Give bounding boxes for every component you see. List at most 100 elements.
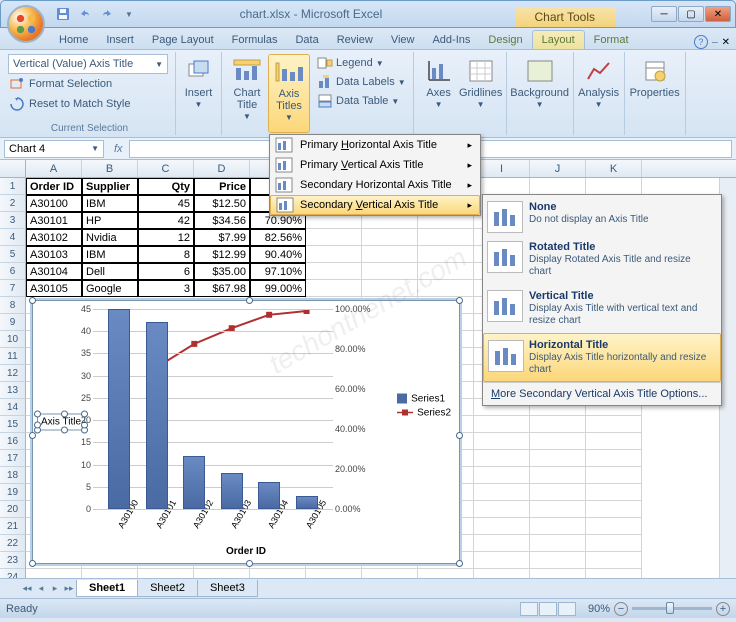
table-cell[interactable]: $34.56 xyxy=(194,212,250,229)
row-header[interactable]: 23 xyxy=(0,552,26,569)
close-button[interactable]: ✕ xyxy=(705,6,731,22)
row-header[interactable]: 22 xyxy=(0,535,26,552)
row-header[interactable]: 2 xyxy=(0,195,26,212)
row-header[interactable]: 9 xyxy=(0,314,26,331)
tab-layout[interactable]: Layout xyxy=(532,30,585,49)
table-header-cell[interactable]: Qty xyxy=(138,178,194,195)
menu-item[interactable]: Secondary Horizontal Axis Title▸ xyxy=(270,175,480,195)
zoom-out[interactable]: − xyxy=(614,602,628,616)
table-cell[interactable]: $12.99 xyxy=(194,246,250,263)
row-header[interactable]: 12 xyxy=(0,365,26,382)
table-cell[interactable]: Nvidia xyxy=(82,229,138,246)
sheet-nav-prev[interactable]: ◂ xyxy=(34,581,48,597)
row-header[interactable]: 5 xyxy=(0,246,26,263)
table-header-cell[interactable]: Price xyxy=(194,178,250,195)
column-header[interactable]: A xyxy=(26,160,82,177)
gallery-item[interactable]: NoneDo not display an Axis Title xyxy=(483,195,721,235)
row-header[interactable]: 18 xyxy=(0,467,26,484)
column-header[interactable]: D xyxy=(194,160,250,177)
table-cell[interactable]: A30101 xyxy=(26,212,82,229)
tab-insert[interactable]: Insert xyxy=(97,31,143,49)
gallery-more-options[interactable]: More Secondary Vertical Axis Title Optio… xyxy=(483,382,721,405)
gallery-item[interactable]: Horizontal TitleDisplay Axis Title horiz… xyxy=(483,333,721,382)
sheet-nav-next[interactable]: ▸ xyxy=(48,581,62,597)
table-cell[interactable]: 12 xyxy=(138,229,194,246)
row-header[interactable]: 10 xyxy=(0,331,26,348)
format-selection-button[interactable]: Format Selection xyxy=(8,74,171,94)
table-cell[interactable]: IBM xyxy=(82,246,138,263)
table-header-cell[interactable]: Supplier xyxy=(82,178,138,195)
menu-item[interactable]: Primary Horizontal Axis Title▸ xyxy=(270,135,480,155)
table-cell[interactable]: Google xyxy=(82,280,138,297)
zoom-level[interactable]: 90% xyxy=(588,603,610,615)
row-header[interactable]: 21 xyxy=(0,518,26,535)
table-cell[interactable]: $35.00 xyxy=(194,263,250,280)
redo-button[interactable] xyxy=(97,4,117,24)
table-cell[interactable]: $67.98 xyxy=(194,280,250,297)
zoom-in[interactable]: + xyxy=(716,602,730,616)
table-cell[interactable]: 97.10% xyxy=(250,263,306,280)
bar[interactable] xyxy=(296,496,318,509)
row-header[interactable]: 13 xyxy=(0,382,26,399)
table-cell[interactable]: 82.56% xyxy=(250,229,306,246)
row-header[interactable]: 8 xyxy=(0,297,26,314)
table-cell[interactable]: A30102 xyxy=(26,229,82,246)
x-axis-title[interactable]: Order ID xyxy=(33,546,459,557)
sheet-tab[interactable]: Sheet1 xyxy=(76,580,138,597)
menu-item[interactable]: Primary Vertical Axis Title▸ xyxy=(270,155,480,175)
tab-review[interactable]: Review xyxy=(328,31,382,49)
table-cell[interactable]: A30104 xyxy=(26,263,82,280)
tab-design[interactable]: Design xyxy=(479,31,531,49)
sheet-nav-first[interactable]: ◂◂ xyxy=(20,581,34,597)
column-header[interactable]: J xyxy=(530,160,586,177)
gallery-item[interactable]: Vertical TitleDisplay Axis Title with ve… xyxy=(483,284,721,333)
qat-customize[interactable]: ▼ xyxy=(119,4,139,24)
plot-area[interactable]: 051015202530354045 0.00%20.00%40.00%60.0… xyxy=(93,309,333,509)
column-header[interactable]: K xyxy=(586,160,642,177)
row-header[interactable]: 11 xyxy=(0,348,26,365)
save-button[interactable] xyxy=(53,4,73,24)
table-cell[interactable]: 6 xyxy=(138,263,194,280)
table-cell[interactable]: $12.50 xyxy=(194,195,250,212)
table-cell[interactable]: A30103 xyxy=(26,246,82,263)
axes-button[interactable]: Axes▼ xyxy=(418,54,460,133)
column-header[interactable]: C xyxy=(138,160,194,177)
tab-data[interactable]: Data xyxy=(286,31,327,49)
doc-close[interactable]: ✕ xyxy=(722,37,730,48)
view-page-break[interactable] xyxy=(558,602,576,616)
minimize-ribbon[interactable]: ─ xyxy=(712,38,718,47)
fx-label[interactable]: fx xyxy=(114,143,123,155)
select-all-corner[interactable] xyxy=(0,160,26,177)
table-cell[interactable]: HP xyxy=(82,212,138,229)
sheet-nav-last[interactable]: ▸▸ xyxy=(62,581,76,597)
bar[interactable] xyxy=(183,456,205,509)
minimize-button[interactable]: ─ xyxy=(651,6,677,22)
table-cell[interactable]: Dell xyxy=(82,263,138,280)
table-cell[interactable]: IBM xyxy=(82,195,138,212)
table-cell[interactable]: 3 xyxy=(138,280,194,297)
embedded-chart[interactable]: Axis Title 051015202530354045 0.00%20.00… xyxy=(32,300,460,564)
office-button[interactable] xyxy=(7,5,45,43)
reset-style-button[interactable]: Reset to Match Style xyxy=(8,94,171,114)
analysis-button[interactable]: Analysis▼ xyxy=(578,54,620,111)
data-table-button[interactable]: Data Table▼ xyxy=(314,92,409,110)
column-header[interactable]: B xyxy=(82,160,138,177)
table-cell[interactable]: 99.00% xyxy=(250,280,306,297)
bar[interactable] xyxy=(258,482,280,509)
legend-button[interactable]: Legend▼ xyxy=(314,54,409,72)
undo-button[interactable] xyxy=(75,4,95,24)
row-header[interactable]: 7 xyxy=(0,280,26,297)
axis-titles-button[interactable]: Axis Titles▼ xyxy=(268,54,310,133)
row-header[interactable]: 16 xyxy=(0,433,26,450)
gridlines-button[interactable]: Gridlines▼ xyxy=(460,54,502,133)
row-header[interactable]: 1 xyxy=(0,178,26,195)
tab-home[interactable]: Home xyxy=(50,31,97,49)
row-header[interactable]: 3 xyxy=(0,212,26,229)
row-header[interactable]: 15 xyxy=(0,416,26,433)
table-cell[interactable]: 8 xyxy=(138,246,194,263)
background-button[interactable]: Background▼ xyxy=(511,54,569,111)
chart-element-selector[interactable]: Vertical (Value) Axis Title▼ xyxy=(8,54,168,74)
row-header[interactable]: 4 xyxy=(0,229,26,246)
table-cell[interactable]: A30100 xyxy=(26,195,82,212)
table-cell[interactable]: $7.99 xyxy=(194,229,250,246)
